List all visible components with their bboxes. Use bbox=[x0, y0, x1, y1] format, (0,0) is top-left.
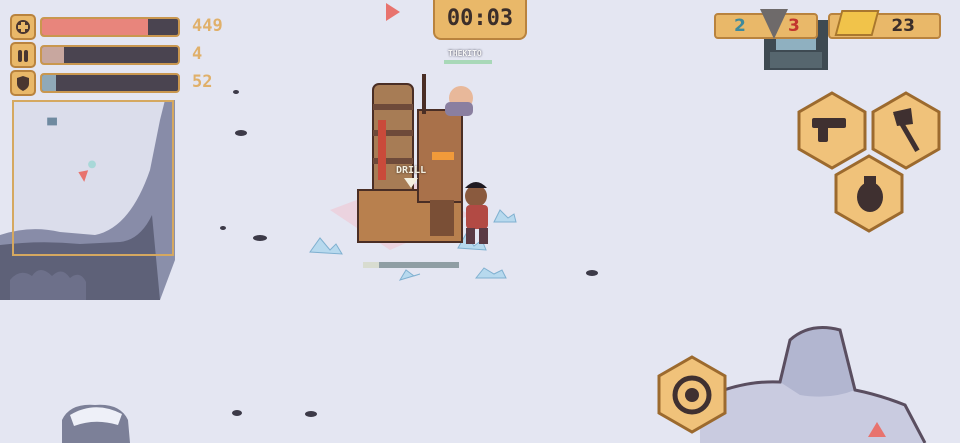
drill-score-icon bbox=[760, 9, 788, 39]
ammo-icon bbox=[10, 42, 36, 68]
team-blue-score: 2 bbox=[734, 16, 746, 36]
ally-name: THEKITO bbox=[448, 49, 482, 58]
minimap-ally-dot bbox=[88, 160, 96, 169]
shield-value: 52 bbox=[192, 72, 213, 92]
health-bar: 449 bbox=[10, 14, 230, 40]
match-timer: 00:03 bbox=[433, 0, 527, 40]
gold-count: 23 bbox=[891, 16, 915, 36]
health-value: 449 bbox=[192, 16, 223, 36]
ammo-value: 4 bbox=[192, 44, 203, 64]
drill-label: DRILL bbox=[396, 165, 427, 176]
shield-icon bbox=[10, 70, 36, 96]
minimap-player-marker bbox=[78, 170, 89, 182]
shield-fill bbox=[42, 75, 56, 91]
swap-icon bbox=[672, 375, 712, 415]
health-fill bbox=[42, 19, 149, 35]
gold-bar-icon bbox=[834, 10, 880, 36]
minimap-structure bbox=[47, 117, 57, 126]
health-icon bbox=[10, 14, 36, 40]
minimap[interactable] bbox=[12, 100, 174, 256]
drill-marker-icon bbox=[404, 178, 418, 188]
ammo-bar: 4 bbox=[10, 42, 230, 68]
team-score-panel: 2 3 bbox=[714, 9, 818, 39]
ammo-fill bbox=[42, 47, 64, 63]
team-red-score: 3 bbox=[788, 16, 800, 36]
gold-panel: 23 bbox=[828, 10, 941, 39]
shield-bar: 52 bbox=[10, 70, 230, 96]
